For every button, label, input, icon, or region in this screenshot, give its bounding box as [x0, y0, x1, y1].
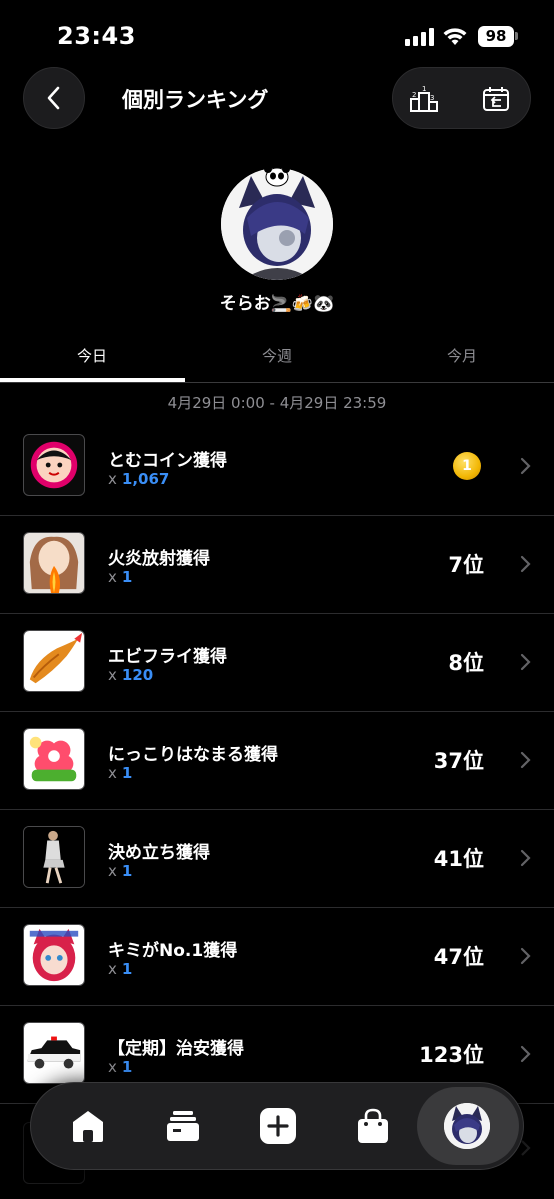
- cellular-signal-icon: [405, 28, 435, 46]
- status-bar: 23:43 98: [0, 0, 554, 72]
- item-count: x1: [108, 960, 133, 978]
- wifi-icon: [443, 28, 467, 45]
- hanamaru-icon: [23, 728, 85, 790]
- chevron-right-icon: [520, 1045, 531, 1063]
- list-item[interactable]: キミがNo.1獲得 x1 47位: [0, 908, 554, 1006]
- item-count: x1: [108, 862, 133, 880]
- rank-label: 41位: [433, 847, 484, 871]
- calendar-return-icon: [483, 87, 509, 111]
- item-count: x 1,067: [108, 470, 170, 488]
- shopping-bag-icon: [358, 1108, 388, 1143]
- podium-ranking-button[interactable]: 2 1 3: [407, 82, 441, 116]
- rank-label: 7位: [448, 553, 484, 577]
- item-name: 【定期】治安獲得: [108, 1039, 244, 1059]
- period-tabs: 今日 今週 今月: [0, 333, 554, 383]
- svg-text:2: 2: [412, 91, 416, 99]
- svg-text:1: 1: [422, 85, 426, 93]
- standing-figure-icon: [23, 826, 85, 888]
- coin-face-icon: [23, 434, 85, 496]
- tab-add[interactable]: [257, 1105, 299, 1147]
- item-count: x1: [108, 568, 133, 586]
- tab-this-month[interactable]: 今月: [370, 345, 554, 366]
- list-item[interactable]: 火炎放射獲得 x1 7位: [0, 516, 554, 614]
- chevron-right-icon: [520, 555, 531, 573]
- tab-indicator: [0, 378, 185, 382]
- list-item[interactable]: とむコイン獲得 x 1,067 1: [0, 418, 554, 516]
- chevron-left-icon: [47, 86, 60, 110]
- bottom-tab-bar: [30, 1082, 524, 1170]
- tab-today[interactable]: 今日: [0, 345, 184, 366]
- flame-girl-icon: [23, 532, 85, 594]
- item-count: x1: [108, 764, 133, 782]
- list-item[interactable]: エビフライ獲得 x 120 8位: [0, 614, 554, 712]
- rank-label: 8位: [448, 651, 484, 675]
- home-icon: [73, 1111, 103, 1142]
- list-item[interactable]: にっこりはなまる獲得 x1 37位: [0, 712, 554, 810]
- item-name: 決め立ち獲得: [108, 843, 210, 863]
- panda-icon: [264, 165, 290, 187]
- item-count: x 120: [108, 666, 154, 684]
- tab-this-week[interactable]: 今週: [185, 345, 369, 366]
- rank-label: 123位: [419, 1043, 484, 1067]
- item-name: 火炎放射獲得: [108, 549, 210, 569]
- item-name: エビフライ獲得: [108, 647, 227, 667]
- chevron-right-icon: [520, 849, 531, 867]
- chevron-right-icon: [520, 653, 531, 671]
- ranking-list: とむコイン獲得 x 1,067 1 火炎放射獲得 x1 7位 エビフライ獲得 x1…: [0, 418, 554, 1104]
- battery-tip: [515, 32, 518, 40]
- item-name: にっこりはなまる獲得: [108, 745, 278, 765]
- tab-cards[interactable]: [162, 1105, 204, 1147]
- cards-icon: [167, 1111, 199, 1141]
- tab-shop[interactable]: [352, 1105, 394, 1147]
- podium-icon: 2 1 3: [410, 85, 438, 112]
- profile-name: そらお🚬🍻🐼: [219, 294, 335, 314]
- item-count: x1: [108, 1058, 133, 1076]
- gold-medal-badge: 1: [453, 452, 481, 480]
- chevron-right-icon: [520, 457, 531, 475]
- ranking-page: 23:43 98 個別ランキング 2 1 3 そらお🚬🍻🐼 今日 今週 今月 4…: [0, 0, 554, 1199]
- profile-avatar-small[interactable]: [444, 1103, 490, 1149]
- header-actions: 2 1 3: [392, 67, 531, 129]
- chevron-right-icon: [520, 751, 531, 769]
- status-time: 23:43: [57, 22, 136, 50]
- tab-home[interactable]: [67, 1105, 109, 1147]
- period-range: 4月29日 0:00 - 4月29日 23:59: [167, 394, 387, 412]
- plus-icon: [260, 1108, 296, 1144]
- fried-shrimp-icon: [23, 630, 85, 692]
- police-car-icon: [23, 1022, 85, 1084]
- svg-text:3: 3: [430, 94, 434, 102]
- chevron-right-icon: [520, 947, 531, 965]
- calendar-history-button[interactable]: [479, 82, 513, 116]
- rank-label: 47位: [433, 945, 484, 969]
- list-item[interactable]: 決め立ち獲得 x1 41位: [0, 810, 554, 908]
- item-name: キミがNo.1獲得: [108, 941, 238, 961]
- rank-label: 37位: [433, 749, 484, 773]
- battery-indicator: 98: [478, 26, 514, 47]
- back-button[interactable]: [23, 67, 85, 129]
- item-name: とむコイン獲得: [108, 451, 227, 471]
- catgirl-sticker-icon: [23, 924, 85, 986]
- page-title: 個別ランキング: [122, 88, 269, 112]
